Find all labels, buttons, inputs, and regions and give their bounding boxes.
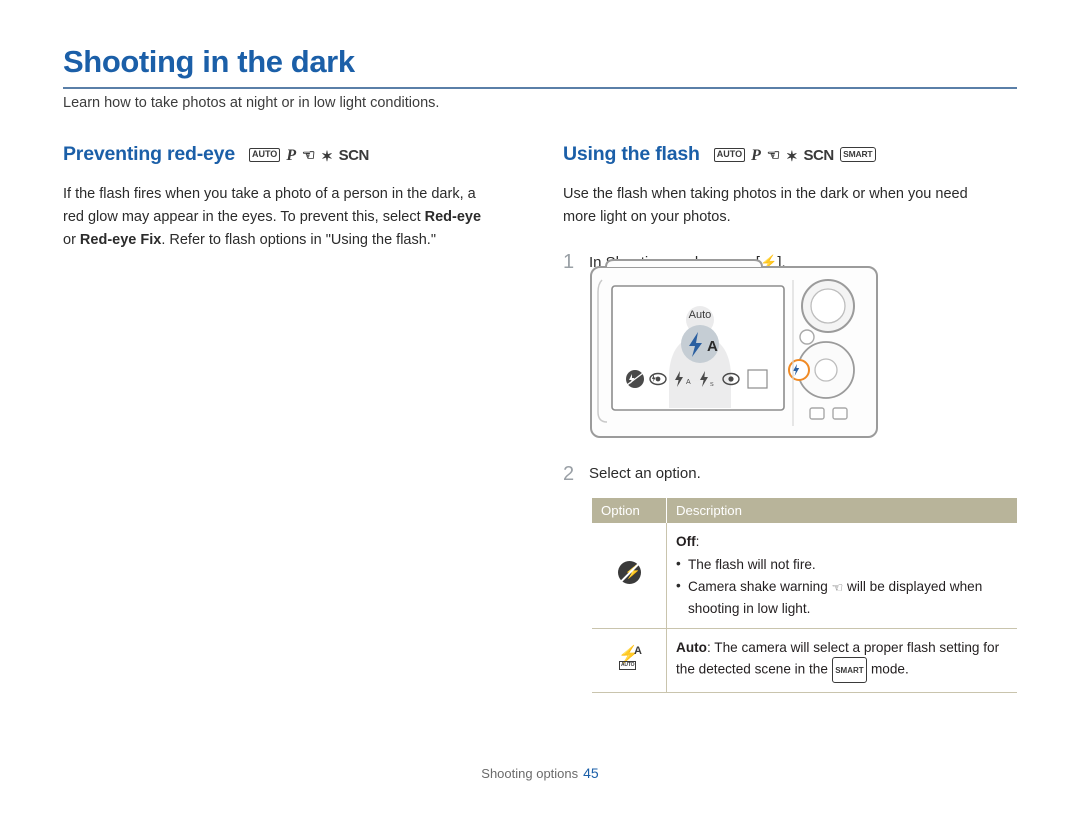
option-description-cell: Auto: The camera will select a proper fl… [666,628,1017,693]
svg-text:A: A [686,379,691,386]
scene-mode-icon: SCN [803,147,834,164]
left-body-text: If the flash fires when you take a photo… [63,183,523,252]
title-divider [63,87,1017,89]
auto-badge-glyph: AUTO [619,660,637,670]
step-2-wrapper: 2 Select an option. [563,463,1018,485]
left-paragraph-line3-pre: or [63,232,80,248]
option-bullets: The flash will not fire. Camera shake wa… [676,553,1008,620]
option-description-cell: Off: The flash will not fire. Camera sha… [666,523,1017,629]
program-mode-icon: P [751,146,761,164]
night-mode-icon: ✶ [785,147,798,164]
flash-off-icon: ⚡ [617,561,641,584]
camera-illustration: Auto A A S [588,258,888,450]
red-eye-fix-term: Red-eye Fix [79,232,162,248]
left-column: Preventing red-eye AUTO P ☜ ✶ SCN If the… [63,143,523,252]
auto-desc-line2-pre: the detected scene in the [676,661,828,677]
flash-options-table: Option Description ⚡ Off: The flash will… [592,498,1017,693]
section-heading-preventing-red-eye: Preventing red-eye AUTO P ☜ ✶ SCN [63,143,523,166]
left-paragraph-line1: If the flash fires when you take a photo… [63,186,476,202]
list-item: Camera shake warning ☜ will be displayed… [676,575,1008,620]
left-paragraph-line3-post: . Refer to flash options in "Using the f… [161,232,436,248]
list-item: The flash will not fire. [676,553,1008,576]
right-section-title: Using the flash [563,143,700,165]
step-1-number: 1 [563,251,575,273]
smart-auto-mode-icon: SMART [839,147,876,162]
option-label-colon: : [695,534,700,549]
bullet-2-pre: Camera shake warning [688,579,828,594]
program-mode-icon: P [286,146,296,164]
dual-is-mode-icon: ☜ [766,147,780,164]
red-eye-term: Red-eye [424,209,482,225]
table-row: ⚡ Off: The flash will not fire. Camera s… [592,523,1017,629]
scene-mode-icon: SCN [338,147,370,164]
manual-page: Shooting in the dark Learn how to take p… [0,0,1080,815]
table-header-description: Description [666,498,1017,523]
camera-shake-icon: ☜ [831,580,844,595]
svg-text:A: A [707,338,718,355]
table-header-row: Option Description [592,498,1017,523]
right-column: Using the flash AUTO P ☜ ✶ SCN SMART Use… [563,143,1018,274]
option-icon-cell: ⚡ A AUTO [592,628,667,693]
step-2: 2 Select an option. [563,463,1018,485]
auto-mode-icon: AUTO [248,147,281,162]
auto-desc-line2-post: mode. [870,661,909,677]
page-subtitle: Learn how to take photos at night or in … [63,95,440,111]
left-paragraph-line2-pre: red glow may appear in the eyes. To prev… [63,209,425,225]
right-body-text: Use the flash when taking photos in the … [563,183,1018,229]
svg-text:S: S [710,382,714,388]
left-mode-icon-group: AUTO P ☜ ✶ SCN [248,146,370,164]
auto-desc-line1: : The camera will select a proper flash … [706,640,1000,655]
option-icon-cell: ⚡ [592,523,667,629]
auto-mode-icon: AUTO [713,147,746,162]
svg-text:Auto: Auto [689,309,712,321]
step-2-text: Select an option. [589,465,701,482]
right-paragraph-line2: more light on your photos. [563,209,731,225]
smart-auto-inline-icon: SMART [831,657,868,683]
section-heading-using-the-flash: Using the flash AUTO P ☜ ✶ SCN SMART [563,143,1018,166]
footer-page-number: 45 [583,765,599,781]
bullet-2-mid: will be displayed when [847,579,983,594]
table-row: ⚡ A AUTO Auto: The camera will select a … [592,628,1017,693]
bullet-2-end: shooting in low light. [688,601,811,616]
page-title: Shooting in the dark [63,44,355,79]
page-footer: Shooting options 45 [0,765,1080,781]
letter-a-glyph: A [634,644,642,657]
footer-label: Shooting options [481,766,579,781]
step-2-number: 2 [563,463,575,485]
right-paragraph-line1: Use the flash when taking photos in the … [563,186,968,202]
flash-auto-icon: ⚡ A AUTO [616,644,642,670]
option-label-off: Off [676,534,696,549]
option-label-auto: Auto [676,640,707,655]
left-section-title: Preventing red-eye [63,143,235,165]
night-mode-icon: ✶ [321,147,333,164]
right-mode-icon-group: AUTO P ☜ ✶ SCN SMART [713,146,876,164]
table-header-option: Option [592,498,667,523]
dual-is-mode-icon: ☜ [301,147,316,164]
